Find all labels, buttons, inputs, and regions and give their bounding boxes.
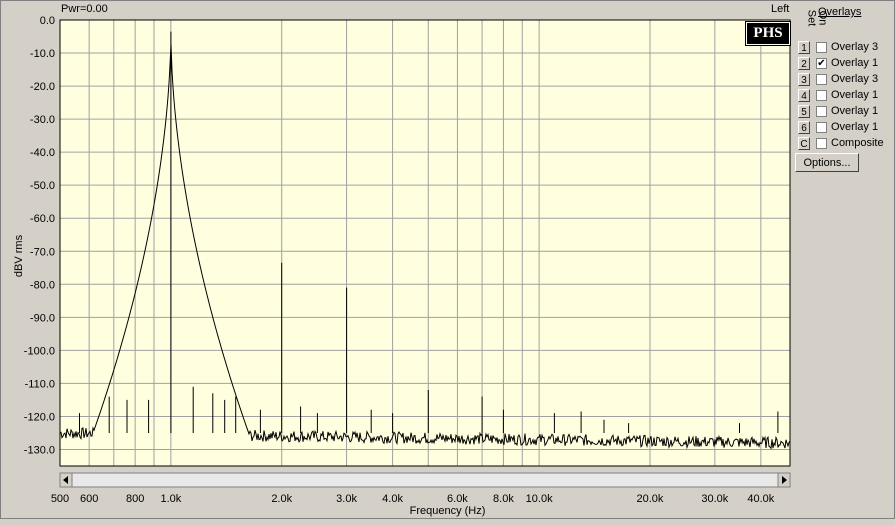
options-button[interactable]: Options...: [795, 153, 859, 172]
x-axis-ticks: 500 600 800 1.0k 2.0k 3.0k 4.0k 6.0k 8.0k 10.0k 20…: [51, 493, 775, 505]
overlay-name: Overlay 1: [831, 57, 879, 69]
overlay-on-checkbox[interactable]: [816, 74, 827, 85]
y-tick-label: -120.0: [24, 411, 55, 423]
overlay-row: 5 Overlay 1: [798, 105, 895, 119]
spectrum-chart: 0.0 -10.0 -20.0 -30.0 -40.0 -50.0 -60.0 -70.0 -8…: [24, 15, 791, 505]
overlay-row: C Composite: [798, 137, 895, 151]
overlay-on-checkbox[interactable]: ✔: [816, 58, 827, 69]
y-tick-label: -60.0: [30, 213, 55, 225]
y-tick-label: -80.0: [30, 279, 55, 291]
x-tick-label: 1.0k: [160, 493, 181, 505]
y-tick-label: -100.0: [24, 345, 55, 357]
overlay-row: 1 Overlay 3: [798, 41, 895, 55]
overlay-set-button[interactable]: 1: [798, 41, 810, 54]
overlay-name: Overlay 3: [831, 73, 879, 85]
overlay-set-button[interactable]: 4: [798, 89, 810, 102]
overlay-on-checkbox[interactable]: [816, 138, 827, 149]
on-column-header: On: [816, 10, 829, 26]
overlay-name: Composite: [831, 137, 884, 149]
overlay-name: Overlay 1: [831, 121, 879, 133]
overlay-set-button[interactable]: 5: [798, 105, 810, 118]
power-readout: Pwr=0.00: [61, 3, 108, 15]
overlay-row: 4 Overlay 1: [798, 89, 895, 103]
overlay-set-button[interactable]: C: [798, 137, 810, 150]
overlay-set-button[interactable]: 3: [798, 73, 810, 86]
x-tick-label: 8.0k: [493, 493, 514, 505]
y-tick-label: -20.0: [30, 81, 55, 93]
y-tick-label: -110.0: [25, 378, 55, 390]
overlay-set-button[interactable]: 6: [798, 121, 810, 134]
x-tick-label: 10.0k: [526, 493, 553, 505]
overlay-on-checkbox[interactable]: [816, 106, 827, 117]
y-tick-label: -90.0: [30, 312, 55, 324]
overlay-name: Overlay 3: [831, 41, 879, 53]
overlay-on-checkbox[interactable]: [816, 42, 827, 53]
y-tick-label: -30.0: [30, 114, 55, 126]
x-tick-label: 30.0k: [701, 493, 728, 505]
y-tick-label: -50.0: [30, 180, 55, 192]
channel-label: Left: [771, 3, 790, 15]
x-tick-label: 6.0k: [447, 493, 468, 505]
x-axis-label: Frequency (Hz): [409, 505, 486, 517]
scrollbar-track[interactable]: [59, 472, 791, 488]
x-tick-label: 4.0k: [382, 493, 403, 505]
overlay-row: 3 Overlay 3: [798, 73, 895, 87]
y-axis-label: dBV rms: [13, 234, 25, 278]
y-tick-label: -130.0: [24, 444, 55, 456]
x-tick-label: 2.0k: [271, 493, 292, 505]
horizontal-scrollbar[interactable]: [59, 472, 791, 488]
x-tick-label: 600: [80, 493, 98, 505]
overlay-set-button[interactable]: 2: [798, 57, 810, 70]
overlay-on-checkbox[interactable]: [816, 90, 827, 101]
y-tick-label: -10.0: [30, 48, 55, 60]
overlay-row: 2 ✔ Overlay 1: [798, 57, 895, 71]
y-tick-label: 0.0: [40, 15, 55, 27]
y-tick-label: -70.0: [30, 246, 55, 258]
x-tick-label: 20.0k: [637, 493, 664, 505]
phs-logo: PHS: [745, 21, 791, 46]
x-tick-label: 40.0k: [747, 493, 774, 505]
overlay-name: Overlay 1: [831, 89, 879, 101]
plot-area: [60, 20, 790, 466]
x-tick-label: 800: [126, 493, 144, 505]
x-tick-label: 3.0k: [336, 493, 357, 505]
y-axis-ticks: 0.0 -10.0 -20.0 -30.0 -40.0 -50.0 -60.0 -70.0 -8…: [24, 15, 55, 456]
overlay-name: Overlay 1: [831, 105, 879, 117]
overlay-row: 6 Overlay 1: [798, 121, 895, 135]
y-tick-label: -40.0: [30, 147, 55, 159]
overlay-on-checkbox[interactable]: [816, 122, 827, 133]
x-tick-label: 500: [51, 493, 69, 505]
